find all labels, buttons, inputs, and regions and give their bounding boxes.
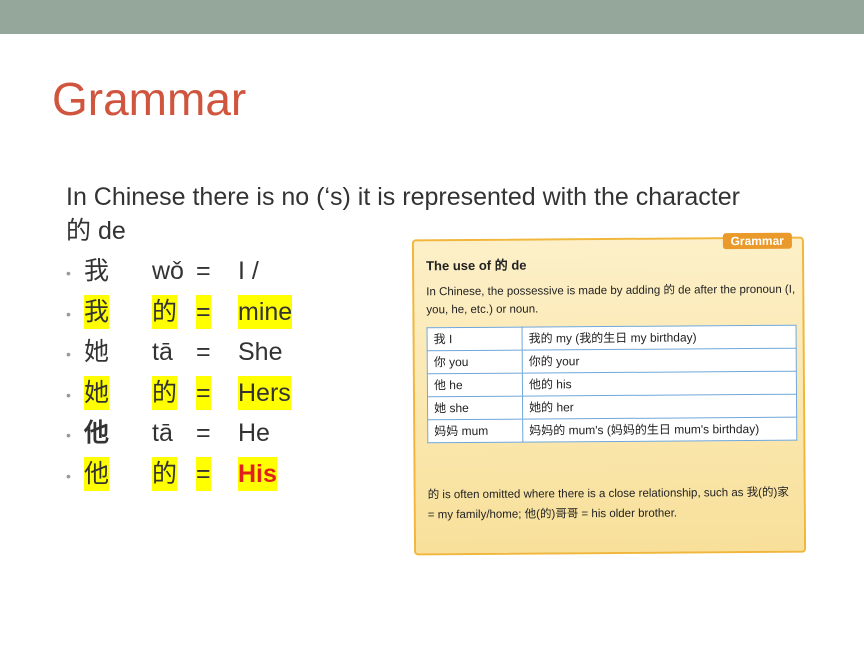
vocab-char: 我 <box>84 257 110 285</box>
table-row: 妈妈 mum 妈妈的 mum's (妈妈的生日 mum's birthday) <box>427 417 797 443</box>
table-row: 他 he 他的 his <box>427 371 797 397</box>
vocab-equals: = <box>196 338 211 366</box>
vocab-equals: = <box>196 257 211 285</box>
grammar-box-image: Grammar The use of 的 de In Chinese, the … <box>411 232 807 556</box>
grammar-table: 我 I 我的 my (我的生日 my birthday) 你 you 你的 yo… <box>426 324 798 444</box>
vocab-char: 她 <box>84 375 110 410</box>
grammar-tag: Grammar <box>722 232 792 250</box>
vocab-meaning: She <box>238 338 283 366</box>
table-cell: 她的 her <box>522 394 797 420</box>
vocab-pinyin: 的 <box>152 294 178 329</box>
table-cell: 妈妈的 mum's (妈妈的生日 mum's birthday) <box>522 417 797 443</box>
table-cell: 我 I <box>427 327 523 351</box>
table-cell: 她 she <box>427 396 523 420</box>
vocab-pinyin: 的 <box>152 456 178 491</box>
vocab-equals: = <box>196 456 211 491</box>
vocab-char: 她 <box>84 338 110 366</box>
vocab-equals: = <box>196 375 211 410</box>
vocab-meaning: mine <box>238 294 293 329</box>
top-bar <box>0 0 864 34</box>
vocab-char: 我 <box>84 294 110 329</box>
table-row: 她 she 她的 her <box>427 394 797 420</box>
vocab-pinyin: wǒ <box>152 257 184 285</box>
table-row: 你 you 你的 your <box>427 348 797 374</box>
bullet-icon: • <box>66 305 71 322</box>
grammar-paragraph: In Chinese, the possessive is made by ad… <box>426 283 796 317</box>
vocab-meaning: He <box>238 419 270 447</box>
bullet-icon: • <box>66 467 71 484</box>
vocab-pinyin: 的 <box>152 375 178 410</box>
vocab-pinyin: tā <box>152 419 173 447</box>
table-cell: 他 he <box>427 373 523 397</box>
bullet-icon: • <box>66 427 71 443</box>
table-cell: 我的 my (我的生日 my birthday) <box>522 325 797 351</box>
vocab-equals: = <box>196 294 211 329</box>
table-row: 我 I 我的 my (我的生日 my birthday) <box>427 325 797 351</box>
grammar-note: 的 is often omitted where there is a clos… <box>427 486 789 522</box>
grammar-heading: The use of 的 de <box>426 257 527 274</box>
table-cell: 你的 your <box>522 348 797 374</box>
vocab-meaning: Hers <box>238 375 291 410</box>
vocab-char: 他 <box>84 419 110 447</box>
vocab-meaning: His <box>238 456 277 491</box>
vocab-equals: = <box>196 419 211 447</box>
bullet-icon: • <box>66 265 71 281</box>
bullet-icon: • <box>66 386 71 403</box>
table-cell: 妈妈 mum <box>427 419 523 443</box>
slide-title: Grammar <box>52 73 247 125</box>
vocab-char: 他 <box>84 456 110 491</box>
vocab-pinyin: tā <box>152 338 173 366</box>
table-cell: 你 you <box>427 350 523 374</box>
bullet-icon: • <box>66 346 71 362</box>
table-cell: 他的 his <box>522 371 797 397</box>
